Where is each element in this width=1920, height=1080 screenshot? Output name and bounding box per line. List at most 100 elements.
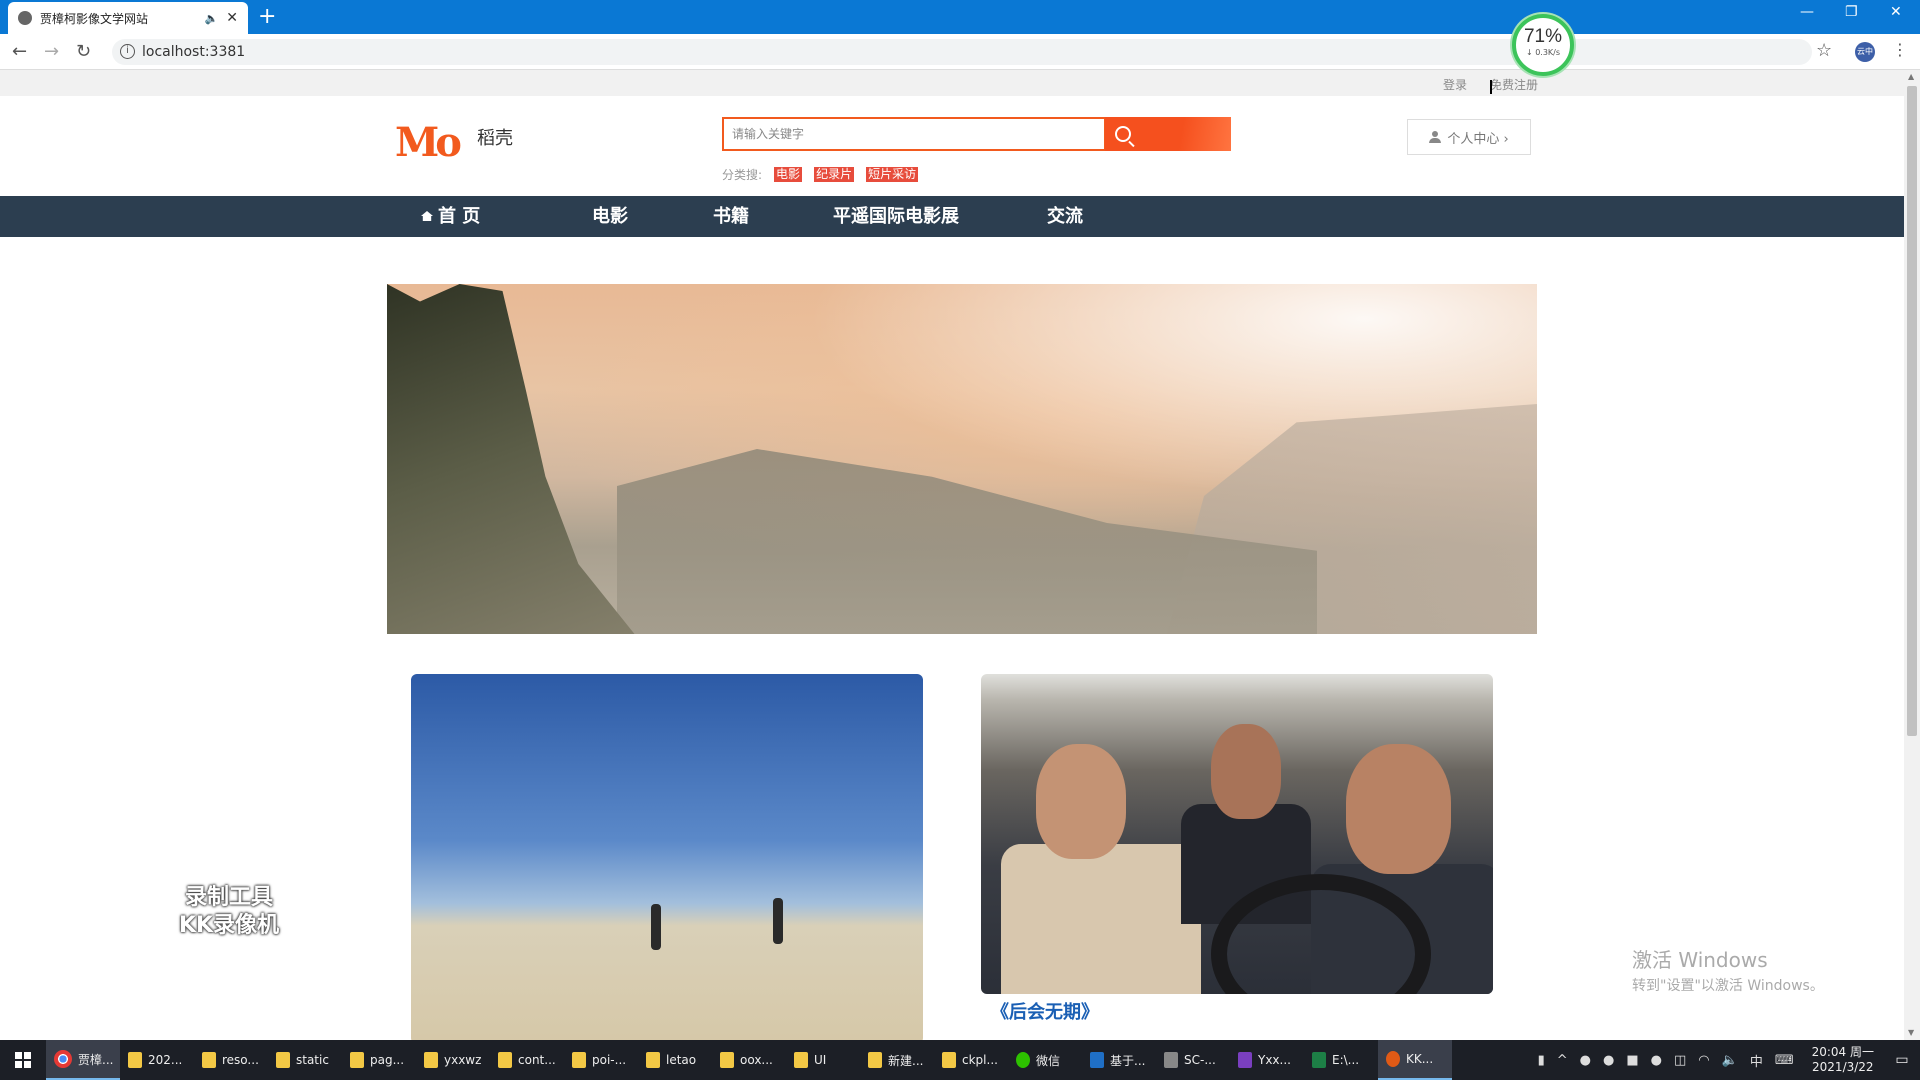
- taskbar-item-folder[interactable]: ckpl...: [934, 1040, 1008, 1080]
- wifi-icon[interactable]: ◠: [1698, 1053, 1709, 1068]
- taskbar-label: letao: [666, 1053, 697, 1067]
- ime-indicator[interactable]: 中: [1750, 1051, 1763, 1070]
- system-clock[interactable]: 20:04 周一 2021/3/22: [1812, 1045, 1874, 1075]
- movie-card-car[interactable]: [981, 674, 1493, 994]
- register-link[interactable]: 免费注册: [1490, 76, 1538, 93]
- battery-icon[interactable]: ▮: [1538, 1053, 1545, 1068]
- app-tray-icon[interactable]: ■: [1626, 1053, 1638, 1068]
- speed-percent: 71%: [1523, 26, 1563, 47]
- user-center-label: 个人中心 ›: [1447, 131, 1509, 147]
- notification-icon[interactable]: ▭: [1884, 1052, 1920, 1068]
- back-arrow-icon[interactable]: ←: [12, 41, 27, 62]
- recorder-watermark-line1: 录制工具: [184, 885, 273, 910]
- folder-icon: [276, 1052, 290, 1068]
- search-icon: [1115, 126, 1131, 142]
- category-movie[interactable]: 电影: [774, 167, 803, 182]
- text-cursor: [1490, 80, 1492, 94]
- forward-arrow-icon[interactable]: →: [44, 41, 59, 62]
- passenger-mid-face: [1211, 724, 1281, 819]
- login-link[interactable]: 登录: [1443, 76, 1467, 93]
- taskbar-item-visualstudio[interactable]: Yxx...: [1230, 1040, 1304, 1080]
- taskbar-item-folder[interactable]: 202...: [120, 1040, 194, 1080]
- nav-home[interactable]: 首 页: [421, 196, 480, 237]
- movie-card-desert[interactable]: [411, 674, 923, 1044]
- movie-card-caption[interactable]: 《后会无期》: [991, 998, 1099, 1024]
- tab-close-icon[interactable]: ✕: [226, 10, 238, 26]
- network-speed-widget[interactable]: 71% ↓ 0.3K/s: [1512, 14, 1574, 76]
- speaker-icon[interactable]: 🔈: [205, 12, 219, 25]
- taskbar-label: poi-...: [592, 1053, 627, 1067]
- windows-activation-notice: 激活 Windows 转到"设置"以激活 Windows。: [1632, 944, 1824, 995]
- reload-icon[interactable]: ↻: [76, 41, 91, 62]
- taskbar-item-wechat[interactable]: 微信: [1008, 1040, 1082, 1080]
- taskbar-label: 202...: [148, 1053, 183, 1067]
- nav-books[interactable]: 书籍: [713, 196, 749, 237]
- browser-tab[interactable]: 贾樟柯影像文学网站 🔈 ✕: [8, 2, 248, 34]
- taskbar-item-folder[interactable]: oox...: [712, 1040, 786, 1080]
- taskbar-item-folder[interactable]: cont...: [490, 1040, 564, 1080]
- taskbar-item-chrome[interactable]: 贾樟...: [46, 1040, 120, 1080]
- restore-icon[interactable]: ❐: [1845, 4, 1858, 20]
- nav-pingyao-festival[interactable]: 平遥国际电影展: [833, 196, 959, 237]
- passenger-left-body: [1001, 844, 1201, 994]
- chevron-up-icon[interactable]: ^: [1557, 1053, 1568, 1068]
- hero-banner-image[interactable]: [387, 284, 1537, 634]
- taskbar-item-folder[interactable]: pag...: [342, 1040, 416, 1080]
- taskbar-item-tool[interactable]: SC-...: [1156, 1040, 1230, 1080]
- taskbar-label: 贾樟...: [78, 1052, 114, 1067]
- taskbar-label: 新建...: [888, 1053, 924, 1068]
- address-url: localhost:3381: [142, 44, 246, 60]
- app-tray-icon[interactable]: ●: [1603, 1053, 1614, 1068]
- wechat-tray-icon[interactable]: ●: [1651, 1053, 1662, 1068]
- user-center-button[interactable]: 个人中心 ›: [1407, 119, 1531, 155]
- search-input[interactable]: 请输入关键字: [722, 117, 1106, 151]
- page-scrollbar[interactable]: ▲ ▼: [1904, 70, 1920, 1040]
- taskbar-item-folder[interactable]: UI: [786, 1040, 860, 1080]
- user-icon: [1429, 131, 1442, 143]
- tool-icon: [1164, 1052, 1178, 1068]
- taskbar-item-folder[interactable]: poi-...: [564, 1040, 638, 1080]
- taskbar-item-folder[interactable]: yxxwz: [416, 1040, 490, 1080]
- taskbar-label: oox...: [740, 1053, 773, 1067]
- taskbar-item-folder[interactable]: letao: [638, 1040, 712, 1080]
- taskbar-label: KK...: [1406, 1052, 1434, 1066]
- passenger-left-face: [1036, 744, 1126, 859]
- network-icon[interactable]: ◫: [1674, 1053, 1686, 1068]
- taskbar-item-vscode[interactable]: 基于...: [1082, 1040, 1156, 1080]
- activate-subtitle: 转到"设置"以激活 Windows。: [1632, 978, 1824, 994]
- site-top-strip: 登录 免费注册: [0, 70, 1904, 96]
- category-documentary[interactable]: 纪录片: [814, 167, 855, 182]
- driver-face: [1346, 744, 1451, 874]
- taskbar-label: static: [296, 1053, 329, 1067]
- scroll-up-icon[interactable]: ▲: [1908, 72, 1914, 81]
- taskbar-label: yxxwz: [444, 1053, 482, 1067]
- keyboard-icon[interactable]: ⌨: [1775, 1053, 1794, 1068]
- scroll-down-icon[interactable]: ▼: [1908, 1028, 1914, 1037]
- folder-icon: [720, 1052, 734, 1068]
- scrollbar-thumb[interactable]: [1907, 86, 1917, 736]
- window-close-icon[interactable]: ✕: [1890, 4, 1902, 20]
- volume-icon[interactable]: 🔈: [1722, 1053, 1738, 1068]
- bookmark-star-icon[interactable]: ☆: [1816, 40, 1832, 61]
- minimize-icon[interactable]: —: [1800, 4, 1814, 20]
- info-icon[interactable]: i: [120, 44, 135, 59]
- folder-icon: [424, 1052, 438, 1068]
- new-tab-button[interactable]: +: [258, 4, 276, 30]
- taskbar-item-folder[interactable]: reso...: [194, 1040, 268, 1080]
- taskbar-item-folder[interactable]: static: [268, 1040, 342, 1080]
- taskbar-item-excel[interactable]: E:\...: [1304, 1040, 1378, 1080]
- taskbar-item-folder[interactable]: 新建...: [860, 1040, 934, 1080]
- search-button[interactable]: [1105, 117, 1231, 151]
- start-button[interactable]: [0, 1040, 46, 1080]
- nav-exchange[interactable]: 交流: [1047, 196, 1083, 237]
- site-logo[interactable]: Mo 稻壳: [395, 122, 525, 164]
- spreadsheet-icon: [1312, 1052, 1326, 1068]
- taskbar-item-kk-recorder[interactable]: KK...: [1378, 1040, 1452, 1080]
- profile-avatar[interactable]: 云中: [1855, 42, 1875, 62]
- nav-movie[interactable]: 电影: [592, 196, 628, 237]
- taskbar-label: SC-...: [1184, 1053, 1216, 1067]
- app-tray-icon[interactable]: ●: [1580, 1053, 1591, 1068]
- category-short-interview[interactable]: 短片采访: [866, 167, 919, 182]
- activate-title: 激活 Windows: [1632, 948, 1768, 972]
- browser-menu-icon[interactable]: ⋮: [1892, 40, 1908, 59]
